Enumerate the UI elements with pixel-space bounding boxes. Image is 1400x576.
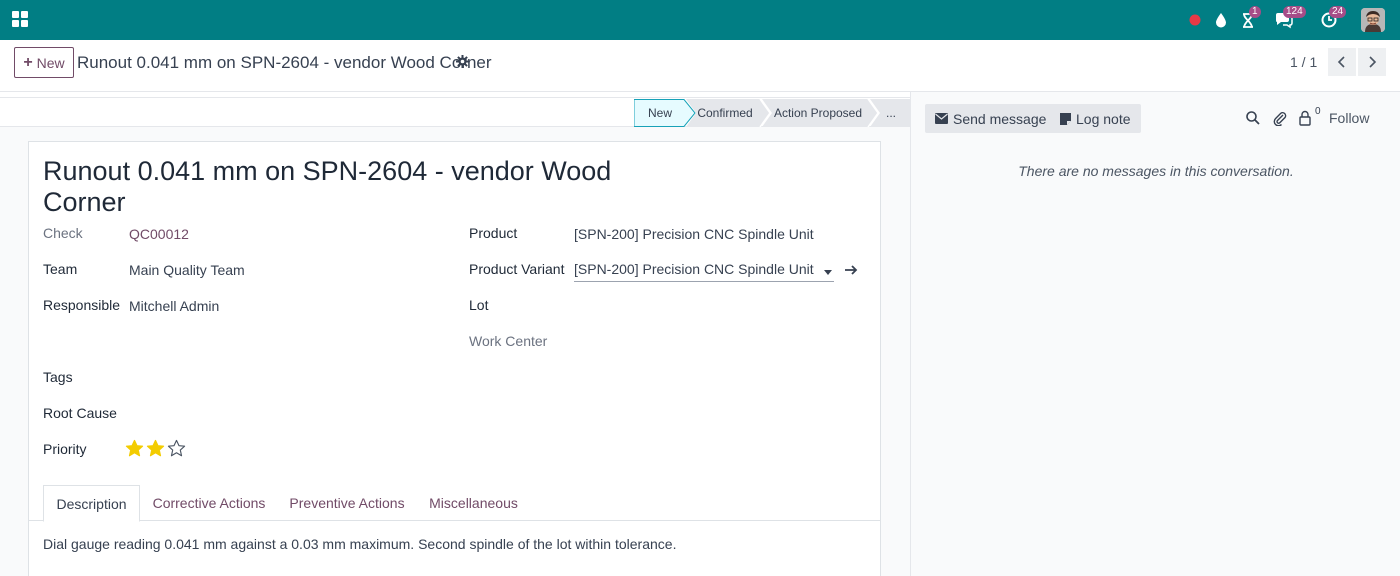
chevron-right-icon <box>1369 56 1377 68</box>
check-label: Check <box>43 225 83 241</box>
tab-description[interactable]: Description <box>43 485 140 522</box>
arrow-right-icon[interactable] <box>844 263 858 277</box>
form-area: Runout 0.041 mm on SPN-2604 - vendor Woo… <box>0 127 910 576</box>
tab-corrective-actions[interactable]: Corrective Actions <box>140 485 278 521</box>
tab-miscellaneous[interactable]: Miscellaneous <box>416 485 531 521</box>
tags-label: Tags <box>43 369 73 385</box>
control-panel: + New Runout 0.041 mm on SPN-2604 - vend… <box>0 40 1400 92</box>
send-message-button[interactable]: Send message <box>925 104 1057 133</box>
activity-count-badge: 1 <box>1249 6 1261 18</box>
priority-label: Priority <box>43 441 87 457</box>
status-dot-icon[interactable] <box>1188 13 1202 27</box>
star-empty-icon[interactable] <box>167 439 186 458</box>
log-note-label: Log note <box>1076 110 1131 127</box>
caret-down-icon <box>824 270 832 275</box>
notebook-tabs: Description Corrective Actions Preventiv… <box>29 485 880 522</box>
clock-icon[interactable]: 24 <box>1320 6 1347 30</box>
root-cause-label: Root Cause <box>43 405 117 421</box>
pager-value[interactable]: 1 / 1 <box>1290 54 1317 70</box>
team-value[interactable]: Main Quality Team <box>129 262 245 278</box>
new-button[interactable]: + New <box>14 47 74 78</box>
check-value[interactable]: QC00012 <box>129 226 189 242</box>
product-variant-select[interactable]: [SPN-200] Precision CNC Spindle Unit <box>574 261 834 282</box>
lot-label: Lot <box>469 297 489 313</box>
pager-previous-button[interactable] <box>1328 48 1356 76</box>
plus-icon: + <box>23 53 33 71</box>
paperclip-icon[interactable] <box>1272 110 1288 127</box>
product-variant-value: [SPN-200] Precision CNC Spindle Unit <box>574 261 814 277</box>
apps-menu-icon[interactable] <box>12 11 28 27</box>
chevron-left-icon <box>1337 56 1345 68</box>
record-title[interactable]: Runout 0.041 mm on SPN-2604 - vendor Woo… <box>43 156 623 218</box>
chatter-panel: Send message Log note 0 Follow There are… <box>910 92 1400 576</box>
stage-confirmed[interactable]: Confirmed <box>692 99 758 127</box>
new-button-label: New <box>36 54 65 71</box>
user-avatar[interactable] <box>1361 8 1385 32</box>
product-label: Product <box>469 225 518 241</box>
messages-count-badge: 124 <box>1283 6 1306 18</box>
stage-new[interactable]: New <box>634 99 686 127</box>
drop-icon[interactable] <box>1213 10 1233 30</box>
tab-preventive-actions[interactable]: Preventive Actions <box>278 485 416 521</box>
responsible-label: Responsible <box>43 297 121 313</box>
search-icon[interactable] <box>1245 110 1261 126</box>
stage-action-proposed[interactable]: Action Proposed <box>770 99 866 127</box>
log-note-button[interactable]: Log note <box>1050 104 1141 133</box>
responsible-value[interactable]: Mitchell Admin <box>129 298 219 314</box>
follower-count: 0 <box>1315 106 1321 117</box>
product-value[interactable]: [SPN-200] Precision CNC Spindle Unit <box>574 226 814 242</box>
team-label: Team <box>43 261 78 277</box>
follow-button[interactable]: Follow <box>1329 110 1369 126</box>
envelope-icon <box>935 113 948 124</box>
top-navbar: 1 124 24 <box>0 0 1400 40</box>
pager-next-button[interactable] <box>1358 48 1386 76</box>
form-sheet: Runout 0.041 mm on SPN-2604 - vendor Woo… <box>28 141 881 576</box>
activity-icon[interactable]: 1 <box>1240 6 1261 30</box>
messages-icon[interactable]: 124 <box>1274 6 1306 30</box>
star-filled-icon[interactable] <box>125 439 144 458</box>
product-variant-label: Product Variant <box>469 261 565 277</box>
note-icon <box>1060 112 1071 125</box>
description-text[interactable]: Dial gauge reading 0.041 mm against a 0.… <box>43 536 676 552</box>
star-filled-icon[interactable] <box>146 439 165 458</box>
gear-icon[interactable] <box>456 55 469 68</box>
empty-conversation-text: There are no messages in this conversati… <box>1018 163 1294 179</box>
stage-more[interactable]: ... <box>878 99 904 127</box>
breadcrumb-title: Runout 0.041 mm on SPN-2604 - vendor Woo… <box>77 53 492 72</box>
clock-count-badge: 24 <box>1329 6 1347 18</box>
lock-icon[interactable] <box>1298 110 1314 126</box>
status-bar: New Confirmed Action Proposed ... <box>0 97 910 127</box>
send-message-label: Send message <box>953 110 1047 127</box>
work-center-label: Work Center <box>469 333 548 349</box>
